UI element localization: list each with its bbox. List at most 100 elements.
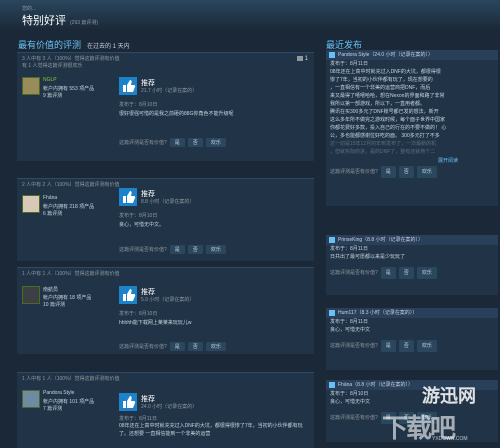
hours-played: 24.0 小时（记录在案的） — [141, 404, 198, 410]
helpful-question: 这篇评测是否有价值? — [119, 247, 167, 253]
helpful-count: 1 人中有 1 人（100%）觉得这篇评测有价值 — [22, 271, 120, 277]
review-line: 日共出了最可愿都以来是少玩玩了 — [330, 254, 406, 260]
review-text[interactable]: 良心，可惜无中文。 — [119, 221, 311, 229]
recent-review-header[interactable]: Hum117（8.3 小时（记录在案的）） — [326, 308, 498, 318]
review-text[interactable]: 很好很强可惜的是我之前砸的88G你角色不能升级呢 — [119, 110, 311, 118]
review-line: ，但就实际的进，是的DNF了，整有还就地个二 — [330, 149, 436, 155]
hours-played: 8.8 小时（记录在案的） — [141, 199, 195, 205]
avatar[interactable] — [22, 77, 40, 95]
hours-played: 5.9 小时（记录在案的） — [141, 297, 195, 303]
review-line: 我所以第一部游戏，所以下，一直用者都。 — [330, 101, 426, 107]
author-products: 帐户内拥有 553 项产品 — [43, 86, 95, 92]
vote-funny-button[interactable]: 欢乐 — [416, 340, 437, 352]
author-name[interactable]: 南航员 — [43, 286, 58, 293]
vote-yes-button[interactable]: 是 — [380, 166, 396, 178]
author-name[interactable]: Fhāna — [43, 195, 57, 201]
page-title: 特别好评 (293 篇评测) — [22, 12, 98, 28]
helpful-question: 这篇评测是否有价值? — [330, 169, 378, 175]
posted-date: 发布于：8月11日 — [330, 319, 368, 325]
posted-date: 发布于：8月10日 — [119, 311, 158, 317]
vote-funny-button[interactable]: 欢乐 — [205, 342, 226, 351]
helpful-vote-bar: 这篇评测是否有价值? 是否欢乐 — [326, 166, 498, 178]
recent-review-header[interactable]: PrinseKing（8.8 小时（记录在案的）） — [326, 235, 498, 245]
review-line: 08年还在上高中时就充过入DNF的大坑，都很得很 — [330, 69, 441, 75]
review-line: 这么多年所不做完之游戏时候，每个面子世界中国家 — [330, 117, 446, 123]
watermark-top: 游迅网 — [422, 386, 476, 406]
review-card: 1 人中有 1 人（100%）觉得这篇评测有价值 Pandora Style 帐… — [17, 372, 314, 448]
recent-review-header[interactable]: Pandora Style（24.0 小时（记录在案的）） — [326, 50, 498, 60]
helpful-question: 这篇评测是否有价值? — [330, 270, 378, 276]
review-text[interactable]: hhhhh能下载网上莱莱来玩玩儿w — [119, 319, 311, 327]
hours-played: 21.7 小时（记录在案的） — [141, 88, 198, 94]
posted-date: 发布于：8月11日 — [330, 61, 368, 67]
author-name[interactable]: NGLP — [43, 77, 57, 83]
vote-yes-button[interactable]: 是 — [380, 267, 396, 279]
vote-yes-button[interactable]: 是 — [169, 245, 185, 254]
helpful-vote-bar: 这篇评测是否有价值? 是否欢乐 — [326, 340, 498, 352]
recent-review-card: PrinseKing（8.8 小时（记录在案的）） 发布于：8月11日 日共出了… — [326, 235, 498, 295]
review-line: 惨了7年，当初的小伙伴都有玩了，现在想要的 — [330, 77, 433, 83]
helpful-count: 3 人中有 3 人（100%）觉得这篇评测有价值 — [22, 56, 120, 62]
review-line: ，一直相信有一个非美的运营商把DNF，而后 — [330, 85, 431, 91]
posted-date: 发布于：8月11日 — [330, 246, 368, 252]
time-filter[interactable]: 在过去的 1 天内 — [87, 44, 130, 50]
vote-no-button[interactable]: 否 — [187, 342, 203, 351]
vote-funny-button[interactable]: 欢乐 — [205, 138, 226, 147]
helpful-vote-bar: 这篇评测是否有价值? 是否欢乐 — [119, 138, 226, 147]
author-name[interactable]: Pandora Style — [43, 390, 74, 396]
top-bar: 您的... 特别好评 (293 篇评测) — [0, 0, 500, 30]
thumbs-up-icon — [119, 77, 137, 95]
author-reviews[interactable]: 9 篇评测 — [43, 92, 62, 99]
vote-funny-button[interactable]: 欢乐 — [205, 245, 226, 254]
posted-date: 发布于：8月10日 — [119, 213, 158, 219]
avatar[interactable] — [22, 286, 40, 304]
posted-date: 发布于：8月11日 — [119, 416, 157, 422]
vote-yes-button[interactable]: 是 — [380, 340, 396, 352]
helpful-count: 1 人中有 1 人（100%）觉得这篇评测有价值 — [22, 376, 120, 382]
review-card: 1 人中有 1 人（100%）觉得这篇评测有价值 南航员 帐户内拥有 18 项产… — [17, 267, 314, 354]
comment-count[interactable]: 1 — [297, 56, 308, 62]
vote-yes-button[interactable]: 是 — [169, 138, 185, 147]
thumbs-up-icon — [119, 188, 137, 206]
posted-date: 发布于：8月10日 — [119, 102, 158, 108]
thumbs-up-icon — [119, 286, 137, 304]
review-card: 2 人中有 2 人（100%）觉得这篇评测有价值 Fhāna 帐户内拥有 218… — [17, 178, 314, 261]
review-count: (293 篇评测) — [70, 20, 99, 26]
vote-no-button[interactable]: 否 — [398, 267, 414, 279]
avatar[interactable] — [22, 195, 40, 213]
watermark-url: YXDOWN.COM — [432, 436, 468, 442]
site-watermark: 游迅网 下载吧 YXDOWN.COM — [382, 382, 492, 443]
recent-review-card: Hum117（8.3 小时（记录在案的）） 发布于：8月11日 良心，可惜无中文… — [326, 308, 498, 370]
vote-no-button[interactable]: 否 — [187, 245, 203, 254]
recent-review-card: Pandora Style（24.0 小时（记录在案的）） 发布于：8月11日 … — [326, 50, 498, 206]
funny-count: 有 1 人觉得这篇评测很欢乐 — [22, 63, 83, 69]
helpful-question: 这篇评测是否有价值? — [330, 415, 378, 421]
section-title: 最有价值的评测 — [18, 40, 82, 50]
breadcrumb: 您的... — [22, 6, 37, 12]
vote-yes-button[interactable]: 是 — [169, 342, 185, 351]
helpful-question: 这篇评测是否有价值? — [119, 140, 167, 146]
rating-title: 特别好评 — [22, 15, 66, 27]
author-reviews[interactable]: 6 篇评测 — [43, 210, 62, 217]
review-line: 良心，可惜无中文 — [330, 327, 371, 333]
read-more-link[interactable]: 展开阅读 — [326, 156, 498, 166]
author-products: 帐户内拥有 101 项产品 — [43, 399, 95, 405]
review-line: 达一切是15年12月的年到发布了，一次最新的机 — [330, 141, 437, 147]
author-products: 帐户内拥有 218 项产品 — [43, 204, 95, 210]
vote-funny-button[interactable]: 欢乐 — [416, 166, 437, 178]
review-text[interactable]: 08年还在上高中时就充充过入DNF的大坑，都很得很惨了7年，当初的小伙伴都有玩了… — [119, 422, 307, 438]
helpful-question: 这篇评测是否有价值? — [330, 343, 378, 349]
author-reviews[interactable]: 10 篇评测 — [43, 301, 65, 308]
review-line: 来又最得了嘻嘻哈哈，想在Nexon的界面和路了非常 — [330, 93, 445, 99]
vote-funny-button[interactable]: 欢乐 — [416, 267, 437, 279]
vote-no-button[interactable]: 否 — [187, 138, 203, 147]
thumbs-up-icon — [119, 393, 137, 411]
helpful-vote-bar: 这篇评测是否有价值? 是否欢乐 — [326, 267, 498, 279]
author-products: 帐户内拥有 18 项产品 — [43, 295, 92, 301]
vote-no-button[interactable]: 否 — [398, 340, 414, 352]
avatar[interactable] — [22, 390, 40, 408]
author-reviews[interactable]: 7 篇评测 — [43, 405, 62, 412]
vote-no-button[interactable]: 否 — [398, 166, 414, 178]
review-line: 腾讯在买300多元了DNF账号都已发的想法，新开 — [330, 109, 439, 115]
review-line: 你都花费好多款，投入自己的行在的不要不做的！ 心 — [330, 125, 447, 131]
